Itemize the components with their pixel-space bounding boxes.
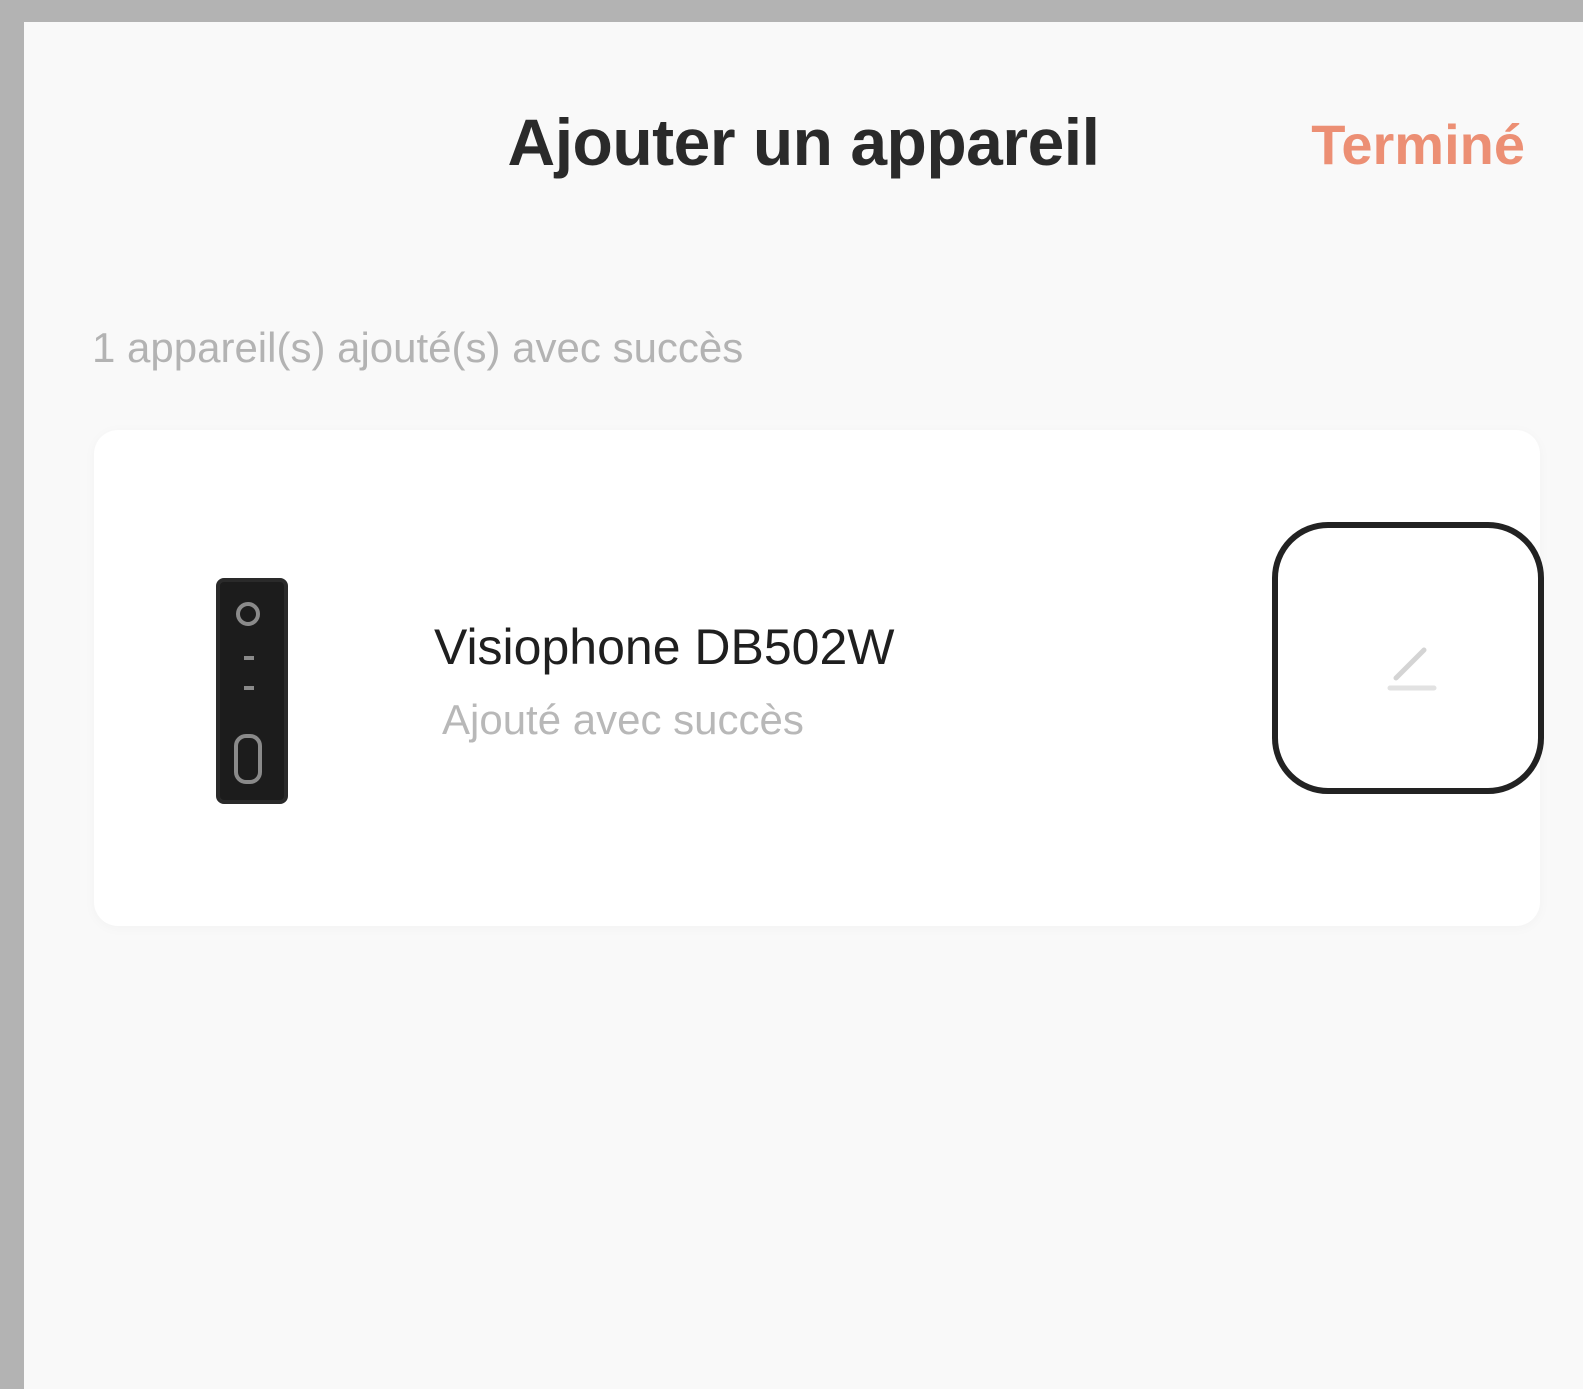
- device-name: Visiophone DB502W: [434, 619, 895, 675]
- camera-lens-icon: [236, 602, 260, 626]
- done-button[interactable]: Terminé: [1311, 112, 1525, 177]
- header: Ajouter un appareil Terminé: [24, 22, 1583, 262]
- device-card: Visiophone DB502W Ajouté avec succès: [94, 430, 1544, 926]
- screen: Ajouter un appareil Terminé 1 appareil(s…: [24, 22, 1583, 1389]
- pencil-icon: [1387, 647, 1437, 691]
- call-button-shape: [234, 734, 262, 784]
- added-summary-text: 1 appareil(s) ajouté(s) avec succès: [92, 324, 744, 371]
- indicator-dash: [244, 686, 254, 690]
- doorbell-device-image: [216, 578, 288, 804]
- indicator-dash: [244, 656, 254, 660]
- edit-device-button[interactable]: [1272, 522, 1544, 794]
- device-status: Ajouté avec succès: [442, 696, 804, 743]
